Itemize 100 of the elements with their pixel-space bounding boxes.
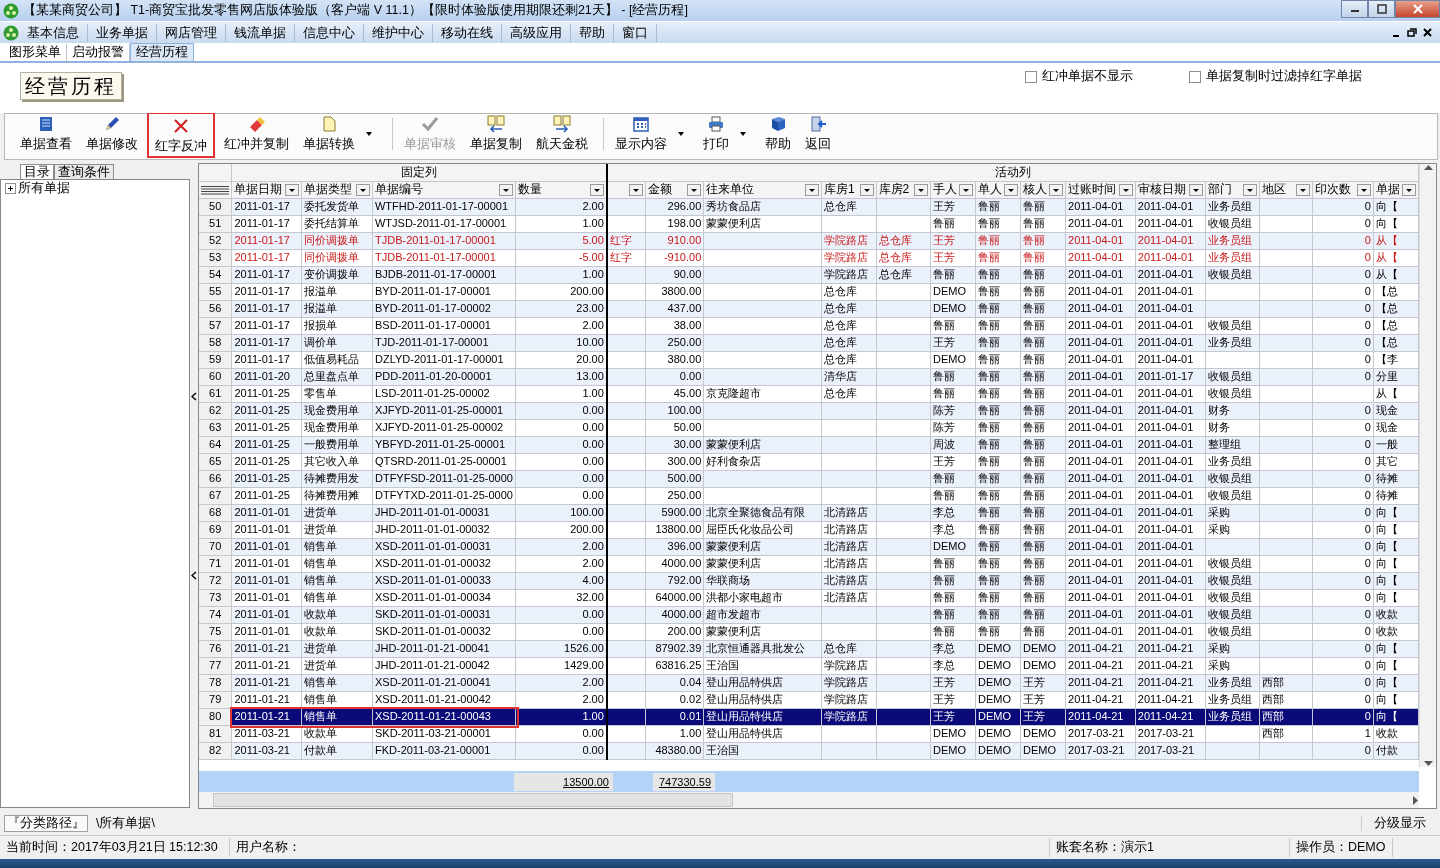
table-cell: 鲁丽: [975, 249, 1021, 266]
toolbar-button[interactable]: 红冲并复制: [219, 113, 294, 153]
caret-icon[interactable]: [678, 132, 684, 136]
table-cell: XSD-2011-01-01-00031: [372, 538, 516, 555]
toolbar-button[interactable]: 显示内容: [610, 113, 672, 153]
tree-item[interactable]: 所有单据: [18, 181, 70, 196]
table-cell: 收款: [1373, 725, 1419, 742]
column-header: 过账时间: [1068, 182, 1116, 197]
side-tab[interactable]: 查询条件: [54, 164, 114, 179]
dropdown-icon[interactable]: [355, 183, 370, 196]
menu-item[interactable]: 窗口: [614, 23, 657, 42]
scroll-up-icon[interactable]: [1423, 164, 1433, 170]
toolbar-button[interactable]: 帮助: [760, 113, 796, 153]
table-cell: 2011-01-25: [231, 402, 302, 419]
table-cell: XSD-2011-01-21-00041: [372, 674, 516, 691]
close-button[interactable]: [1395, 0, 1440, 18]
toolbar-button[interactable]: 航天金税: [531, 113, 593, 153]
dropdown-icon[interactable]: [959, 183, 973, 196]
table-cell: 0.00: [515, 742, 607, 759]
table-cell: 业务员组: [1205, 708, 1260, 725]
table-cell: BSD-2011-01-17-00001: [372, 317, 516, 334]
table-cell: 王芳: [1020, 708, 1066, 725]
table-cell: SKD-2011-01-01-00032: [372, 623, 516, 640]
menu-item[interactable]: 高级应用: [502, 23, 571, 42]
table-cell: 鲁丽: [975, 385, 1021, 402]
copy-icon: [487, 115, 505, 133]
toolbar-button[interactable]: 红字反冲: [147, 112, 215, 158]
minimize-button[interactable]: [1341, 0, 1368, 18]
table-cell: 从【: [1373, 385, 1419, 402]
dropdown-icon[interactable]: [628, 183, 643, 196]
toolbar-button[interactable]: 返回: [800, 113, 836, 153]
app-logo-icon: [3, 2, 19, 19]
dropdown-icon[interactable]: [859, 183, 874, 196]
table-cell: 鲁丽: [1020, 283, 1066, 300]
window-tab[interactable]: 经营历程: [130, 43, 194, 61]
table-cell: 2011-04-01: [1135, 232, 1206, 249]
path-text: \所有单据\: [96, 815, 155, 831]
toolbar-button[interactable]: 打印: [698, 113, 734, 153]
dropdown-icon[interactable]: [1296, 183, 1311, 196]
dropdown-icon[interactable]: [1402, 183, 1416, 196]
toolbar-button[interactable]: 单据转换: [298, 113, 360, 153]
dropdown-icon[interactable]: [805, 183, 819, 196]
table-cell: 报溢单: [301, 283, 373, 300]
table-cell: 2011-04-21: [1065, 640, 1136, 657]
toolbar-button[interactable]: 单据复制: [465, 113, 527, 153]
table-cell: 委托发货单: [301, 198, 373, 215]
dropdown-icon[interactable]: [1188, 183, 1203, 196]
checkbox[interactable]: [1025, 70, 1037, 83]
table-cell: 鲁丽: [930, 623, 976, 640]
table-cell: 鲁丽: [1020, 470, 1066, 487]
table-cell: 鲁丽: [975, 436, 1021, 453]
vertical-scrollbar[interactable]: [1419, 164, 1436, 767]
side-tab[interactable]: 目录: [20, 164, 54, 179]
scroll-down-icon[interactable]: [1423, 761, 1433, 767]
dropdown-icon[interactable]: [498, 183, 513, 196]
expand-icon[interactable]: [5, 183, 16, 194]
checkbox[interactable]: [1189, 70, 1201, 83]
horizontal-scrollbar[interactable]: [199, 792, 1419, 808]
menu-item[interactable]: 维护中心: [364, 23, 433, 42]
menu-item[interactable]: 业务单据: [88, 23, 157, 42]
dropdown-icon[interactable]: [1004, 183, 1018, 196]
toolbar-button[interactable]: 单据修改: [81, 113, 143, 153]
menu-item[interactable]: 信息中心: [295, 23, 364, 42]
table-cell: 总仓库: [876, 249, 931, 266]
table-cell: DZLYD-2011-01-17-00001: [372, 351, 516, 368]
menu-item[interactable]: 基本信息: [19, 23, 88, 42]
menu-item[interactable]: 网店管理: [157, 23, 226, 42]
dropdown-icon[interactable]: [1118, 183, 1133, 196]
restore-icon[interactable]: [1407, 28, 1417, 37]
table-cell: 总仓库: [876, 232, 931, 249]
dropdown-icon[interactable]: [1242, 183, 1257, 196]
documents-icon: [553, 115, 571, 133]
dropdown-icon[interactable]: [687, 183, 702, 196]
table-cell: DEMO: [975, 725, 1021, 742]
dropdown-icon[interactable]: [1049, 183, 1063, 196]
table-cell: 2011-01-25: [231, 385, 302, 402]
dropdown-icon[interactable]: [914, 183, 928, 196]
scroll-right-icon[interactable]: [1413, 795, 1419, 805]
caret-icon[interactable]: [740, 132, 746, 136]
cross-icon: [172, 117, 190, 135]
caret-icon[interactable]: [366, 132, 372, 136]
dropdown-icon[interactable]: [285, 183, 300, 196]
toolbar-button[interactable]: 单据查看: [15, 113, 77, 153]
table-cell: 北京全聚德食品有限: [703, 504, 822, 521]
table-cell: 鲁丽: [1020, 521, 1066, 538]
table-cell: 登山用品特供店: [703, 674, 822, 691]
table-cell: QTSRD-2011-01-25-00001: [372, 453, 516, 470]
table-cell: 200.00: [645, 623, 704, 640]
dropdown-icon[interactable]: [589, 183, 604, 196]
maximize-button[interactable]: [1368, 0, 1395, 18]
table-cell: 学院路店: [821, 232, 876, 249]
table-cell: XJFYD-2011-01-25-00002: [372, 419, 516, 436]
table-cell: 【总: [1373, 283, 1419, 300]
table-cell: XSD-2011-01-01-00034: [372, 589, 516, 606]
menu-item[interactable]: 移动在线: [433, 23, 502, 42]
menu-item[interactable]: 钱流单据: [226, 23, 295, 42]
dropdown-icon[interactable]: [1356, 183, 1371, 196]
table-cell: 销售单: [301, 572, 373, 589]
close-icon[interactable]: [1423, 28, 1432, 37]
menu-item[interactable]: 帮助: [571, 23, 614, 42]
